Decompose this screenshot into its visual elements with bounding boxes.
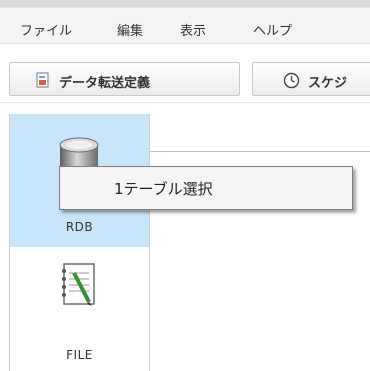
tab-data-transfer-definition-label: データ転送定義 — [59, 76, 151, 91]
sidebar-item-file-label: FILE — [66, 348, 93, 362]
context-menu-item-select-one-table[interactable]: 1テーブル選択 — [114, 178, 213, 199]
tab-schedule[interactable]: スケジ — [252, 62, 370, 96]
menu-view[interactable]: 表示 — [180, 20, 206, 39]
sidebar: RDB FILE — [9, 114, 150, 371]
sidebar-item-file[interactable]: FILE — [10, 253, 149, 371]
menu-file[interactable]: ファイル — [20, 20, 72, 39]
document-icon — [35, 72, 51, 92]
notebook-icon — [58, 261, 100, 313]
tab-data-transfer-definition[interactable]: データ転送定義 — [9, 62, 240, 96]
toolbar: データ転送定義 スケジ — [0, 56, 370, 102]
tab-schedule-label: スケジ — [308, 76, 348, 91]
menu-help[interactable]: ヘルプ — [253, 20, 292, 39]
sidebar-item-rdb-label: RDB — [65, 220, 94, 234]
content-separator — [150, 151, 370, 152]
menu-edit[interactable]: 編集 — [117, 20, 143, 39]
menu-bar: ファイル 編集 表示 ヘルプ — [0, 0, 370, 44]
clock-icon — [283, 72, 300, 93]
toolbar-divider — [0, 102, 370, 103]
context-menu: 1テーブル選択 — [59, 166, 353, 210]
